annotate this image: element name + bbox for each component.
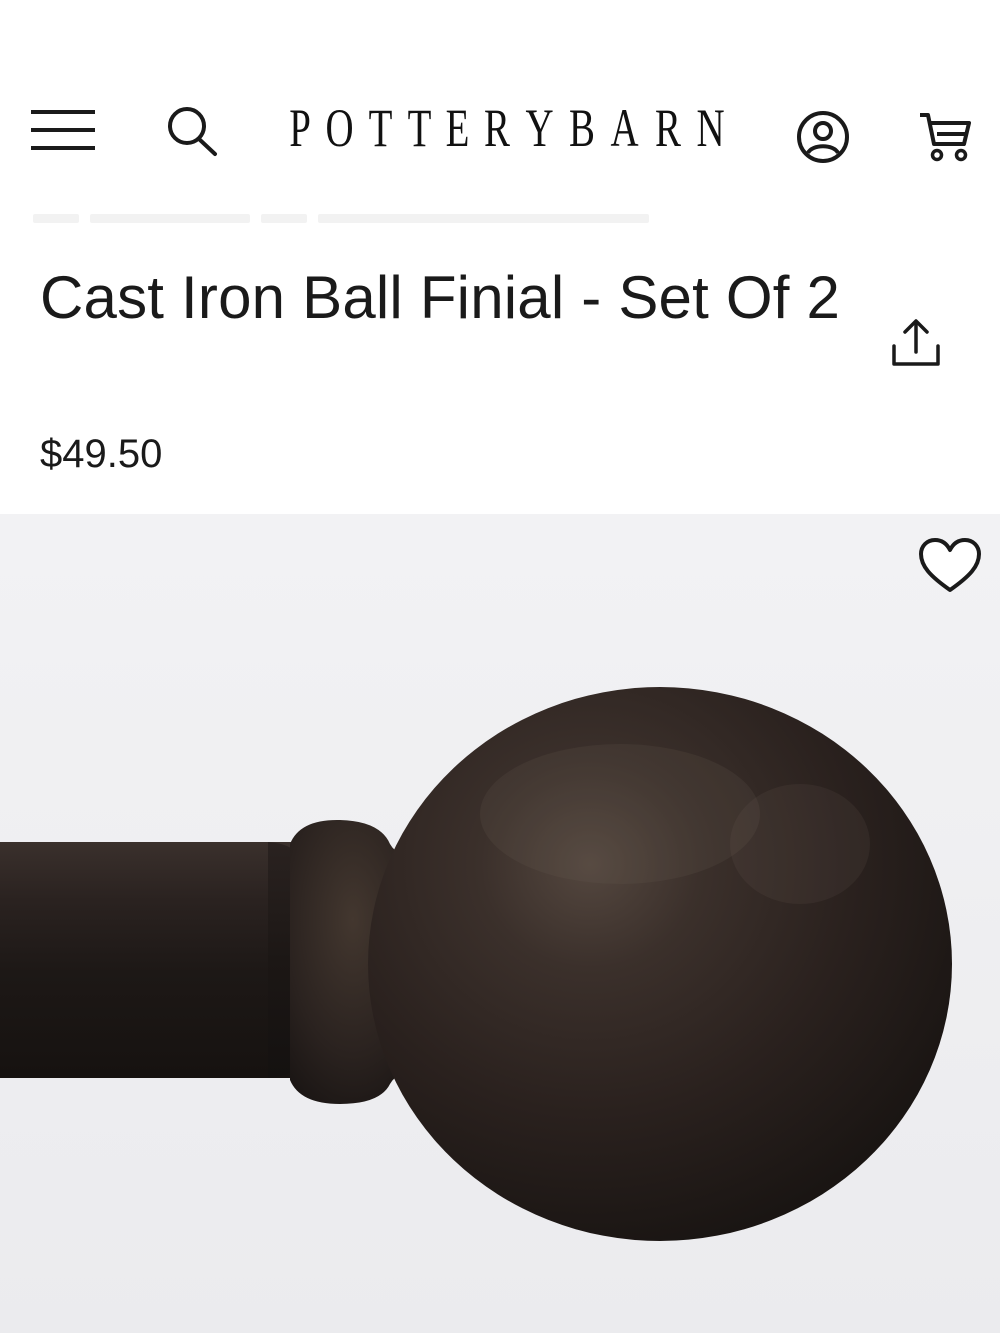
- search-button[interactable]: [158, 100, 224, 160]
- logo-letter: N: [696, 98, 725, 158]
- site-header: P O T T E R Y B A R N: [0, 0, 1000, 200]
- logo-letter: T: [369, 98, 393, 158]
- logo-letter: P: [289, 98, 311, 158]
- hamburger-menu-icon: [31, 110, 95, 150]
- cart-icon: [920, 113, 971, 162]
- favorite-button[interactable]: [912, 532, 988, 600]
- logo-letter: B: [569, 98, 596, 158]
- finial-photo: [0, 514, 1000, 1333]
- breadcrumb-placeholder: [261, 214, 307, 223]
- share-button[interactable]: [880, 312, 952, 376]
- account-button[interactable]: [790, 104, 856, 170]
- account-icon: [797, 111, 849, 163]
- logo-letter: R: [654, 98, 681, 158]
- menu-button[interactable]: [28, 100, 98, 160]
- breadcrumb-placeholder: [33, 214, 79, 223]
- heart-icon: [919, 538, 981, 592]
- logo-letter: O: [325, 98, 354, 158]
- breadcrumb-placeholder: [318, 214, 649, 223]
- logo-letter: R: [483, 98, 510, 158]
- product-image[interactable]: [0, 514, 1000, 1333]
- breadcrumb: [33, 214, 653, 223]
- logo-letter: T: [407, 98, 431, 158]
- product-price: $49.50: [40, 432, 163, 476]
- breadcrumb-placeholder: [90, 214, 250, 223]
- logo-letter: Y: [525, 98, 554, 158]
- logo-letter: A: [610, 98, 640, 158]
- pottery-barn-logo[interactable]: P O T T E R Y B A R N: [285, 98, 730, 158]
- logo-letter: E: [445, 98, 470, 158]
- product-title: Cast Iron Ball Finial - Set Of 2: [40, 264, 841, 331]
- share-icon: [892, 319, 940, 366]
- cart-button[interactable]: [912, 104, 976, 168]
- search-icon: [168, 107, 217, 156]
